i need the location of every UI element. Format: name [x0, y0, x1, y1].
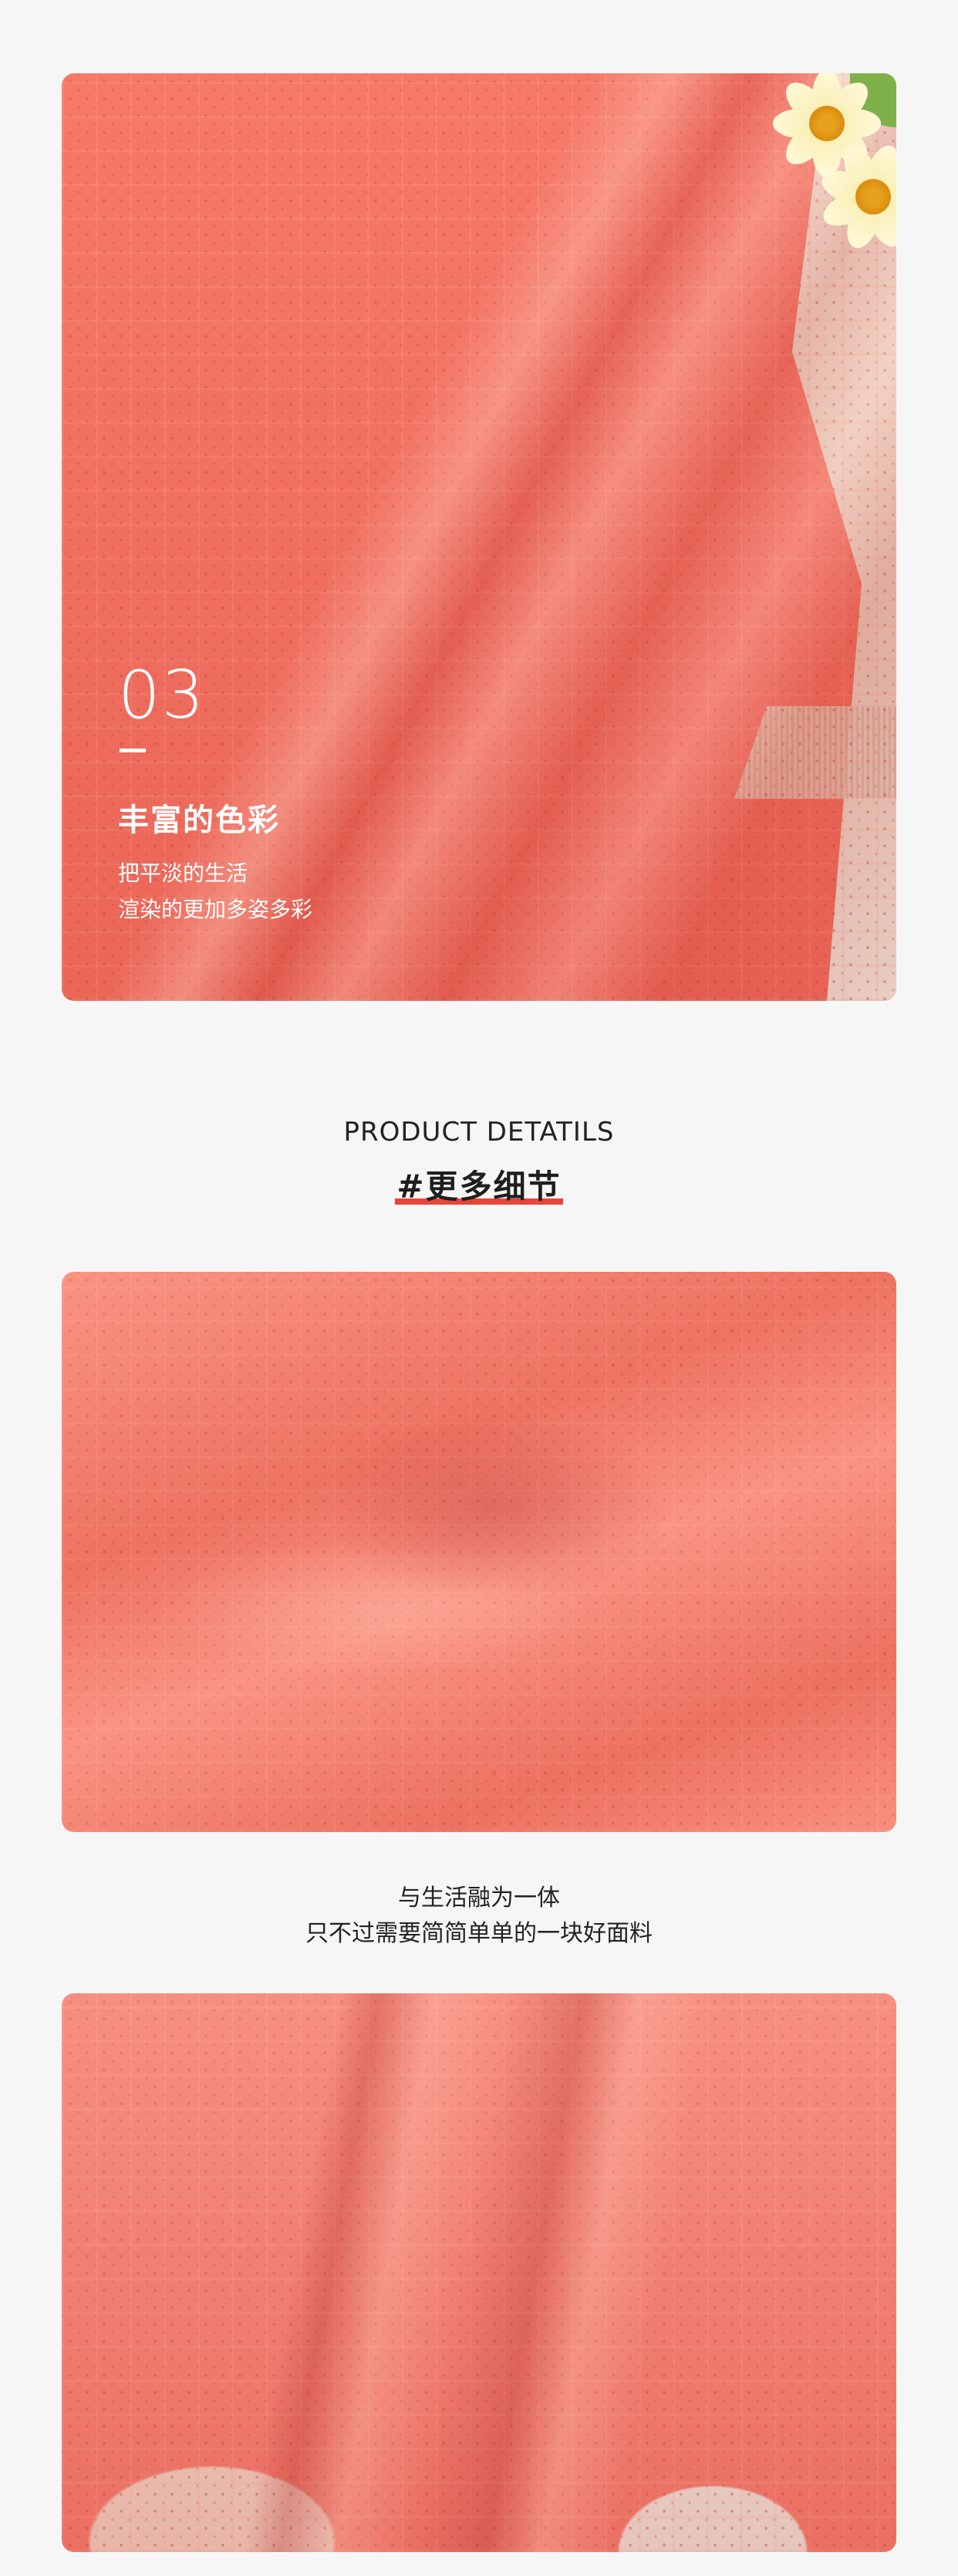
details-heading-english: PRODUCT DETATILS: [343, 1117, 615, 1148]
page: 03 丰富的色彩 把平淡的生活 渲染的更加多姿多彩 PRODUCT DETATI…: [0, 0, 958, 2576]
section-number: 03: [118, 657, 206, 734]
fabric-photo-detail-1: [62, 1272, 896, 1832]
fabric-folds: [62, 1272, 896, 1832]
fabric-photo-detail-2: [62, 1993, 896, 2552]
number-divider: [120, 749, 146, 752]
section-subtitle-line-1: 把平淡的生活: [118, 860, 248, 886]
daisy-flower-2: [811, 135, 896, 259]
details-heading-chinese: #更多细节: [395, 1161, 563, 1208]
section-title: 丰富的色彩: [118, 803, 280, 838]
section-subtitle-line-2: 渲染的更加多姿多彩: [118, 897, 313, 922]
details-heading-wrap: #更多细节: [0, 1161, 958, 1208]
caption-line-1: 与生活融为一体: [398, 1885, 560, 1912]
fabric-folds: [62, 1993, 896, 2552]
caption-line-2: 只不过需要简简单单的一块好面料: [305, 1920, 653, 1947]
